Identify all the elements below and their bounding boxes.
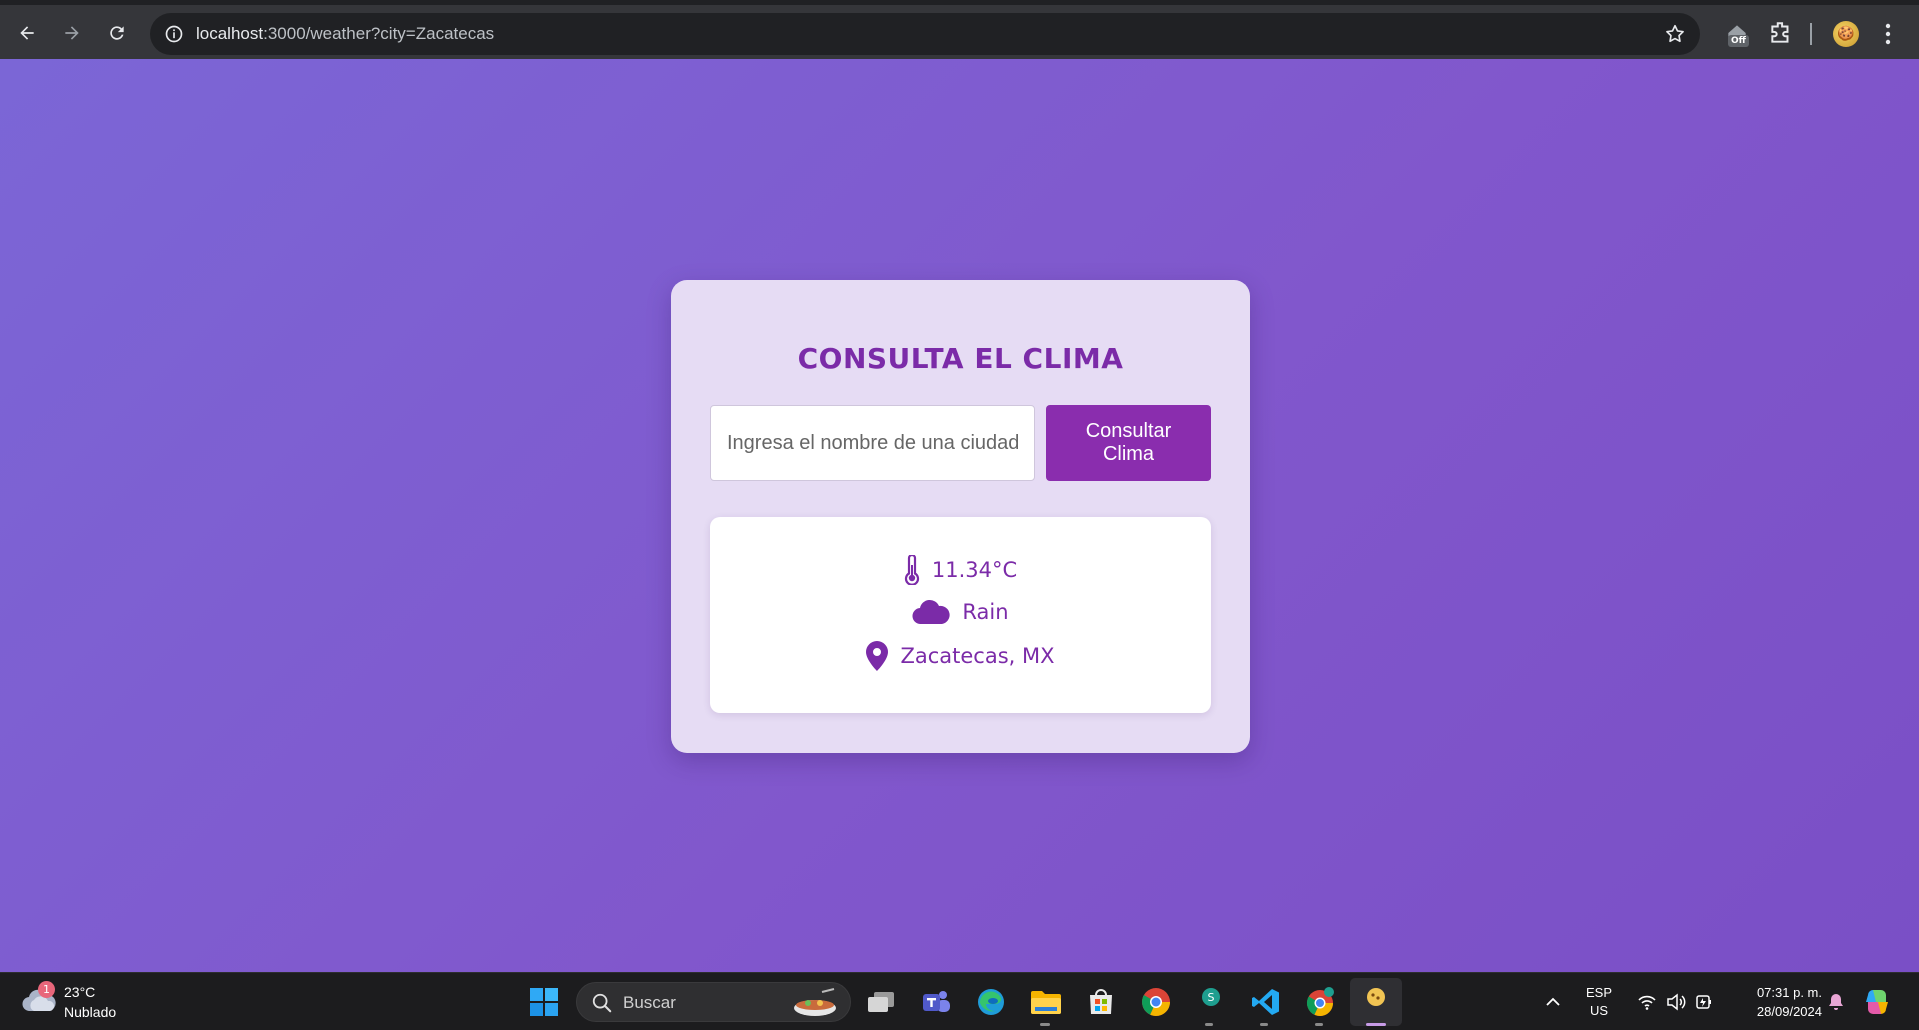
weather-result-panel: 11.34°C Rain Zacatecas, MX [710,517,1211,713]
arrow-left-icon [20,26,34,40]
active-app-indicator [1366,1023,1386,1026]
chrome-dev-running-indicator [1315,1023,1323,1026]
weather-notification-badge: 1 [38,981,55,998]
taskbar-search[interactable]: Buscar [576,982,851,1022]
temperature-row: 11.34°C [710,555,1211,585]
system-clock[interactable]: 07:31 p. m. 28/09/2024 [1732,983,1822,1021]
more-menu-icon[interactable] [1883,21,1893,47]
language-secondary: US [1589,1003,1609,1018]
weather-temperature: 23°C [64,984,96,1000]
task-view-icon [868,992,894,1012]
teams-icon [923,991,950,1012]
url-path: :3000/weather?city=Zacatecas [263,24,495,43]
edge-button[interactable] [974,985,1008,1019]
teams-button[interactable] [919,985,953,1019]
consult-weather-button[interactable]: Consultar Clima [1046,405,1211,481]
location-row: Zacatecas, MX [710,641,1211,671]
volume-icon[interactable] [1666,992,1686,1012]
microsoft-store-icon [1090,989,1112,1014]
language-primary: ESP [1586,985,1613,1000]
browser-toolbar: localhost:3000/weather?city=Zacatecas Of… [0,0,1919,59]
chevron-up-icon[interactable] [1544,993,1562,1011]
condition-value: Rain [962,600,1009,624]
page-title: CONSULTA EL CLIMA [797,342,1124,375]
chrome-dev-icon [1306,987,1334,1017]
address-bar[interactable]: localhost:3000/weather?city=Zacatecas [150,13,1700,55]
sticky-app-icon: S [1202,988,1220,1006]
file-explorer-running-indicator [1040,1023,1050,1026]
search-label: Buscar [623,993,676,1012]
arrow-right-icon [65,26,79,40]
copilot-icon[interactable] [1862,987,1892,1017]
forward-button[interactable] [57,18,87,48]
chrome-icon [1142,988,1170,1016]
toolbar-divider [1810,23,1812,45]
windows-start-icon[interactable] [530,988,558,1016]
chrome-profile-button[interactable] [1359,985,1393,1019]
site-info-icon[interactable] [164,24,184,44]
reload-button[interactable] [102,18,132,48]
reload-icon [110,26,124,40]
chrome-dev-button[interactable] [1304,985,1338,1019]
url-host: localhost [196,24,264,43]
pinned-app-button[interactable]: S [1194,985,1228,1019]
file-explorer-icon [1031,991,1061,1014]
extension-off-badge: Off [1728,35,1749,47]
page-viewport: CONSULTA EL CLIMA Consultar Clima 11.34°… [0,59,1919,972]
vscode-icon [1252,989,1279,1015]
vscode-button[interactable] [1249,985,1283,1019]
edge-icon [978,989,1004,1015]
temperature-value: 11.34°C [931,558,1018,582]
thermometer-icon [904,555,919,585]
search-highlight-bowl-icon [794,988,836,1016]
notification-bell-icon[interactable] [1826,992,1846,1012]
condition-row: Rain [710,599,1211,625]
city-search-input[interactable] [710,405,1035,481]
pinned-app-running-indicator [1205,1023,1213,1026]
file-explorer-button[interactable] [1029,985,1063,1019]
task-view-button[interactable] [864,985,898,1019]
wifi-icon[interactable] [1637,992,1657,1012]
location-value: Zacatecas, MX [900,644,1055,668]
clock-date: 28/09/2024 [1756,1004,1822,1019]
search-icon [592,993,612,1013]
microsoft-store-button[interactable] [1084,985,1118,1019]
weather-description: Nublado [64,1004,117,1020]
svg-text:S: S [1208,991,1215,1004]
back-button[interactable] [12,18,42,48]
cloud-icon [912,599,951,625]
weather-card: CONSULTA EL CLIMA Consultar Clima 11.34°… [671,280,1250,753]
clock-time: 07:31 p. m. [1756,985,1822,1000]
url-text: localhost:3000/weather?city=Zacatecas [196,24,494,44]
puzzle-extensions-icon[interactable] [1768,20,1794,46]
windows-taskbar: 1 23°C Nublado Buscar S ESP US 07:31 p. … [0,972,1919,1030]
profile-avatar[interactable]: 🍪 [1833,21,1859,47]
input-language[interactable]: ESP US [1586,984,1612,1020]
map-pin-icon [866,641,889,671]
bookmark-star-icon[interactable] [1664,23,1686,45]
battery-charging-icon[interactable] [1695,992,1715,1012]
chrome-button[interactable] [1139,985,1173,1019]
chrome-profile-icon [1367,988,1385,1006]
vscode-running-indicator [1260,1023,1268,1026]
